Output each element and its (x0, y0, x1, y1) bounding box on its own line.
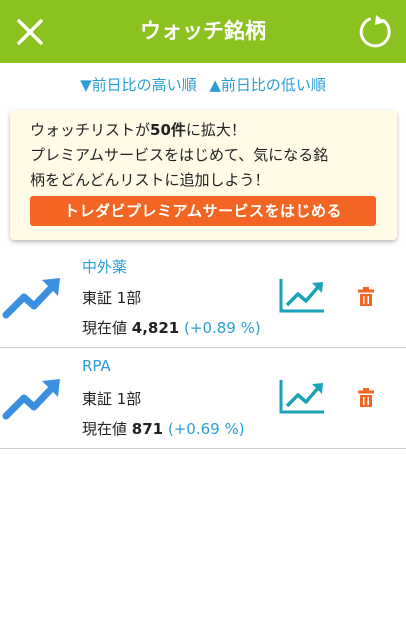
stock-price-line: 現在値 4,821 (+0.89 %) (82, 317, 261, 338)
refresh-button[interactable] (356, 13, 394, 51)
price-label: 現在値 (82, 420, 128, 438)
trash-icon (358, 287, 374, 306)
start-premium-button[interactable]: トレダビプレミアムサービスをはじめる (30, 196, 376, 226)
stock-price: 4,821 (131, 319, 180, 337)
promo-line-1: ウォッチリストが50件に拡大！ (30, 118, 383, 143)
promo-line-1-count: 50件 (150, 121, 186, 139)
header-bar: ウォッチ銘柄 (0, 0, 406, 63)
line-chart-icon (279, 279, 324, 313)
trash-icon (358, 388, 374, 407)
delete-button[interactable] (357, 287, 375, 307)
stock-market: 東証 1部 (82, 289, 142, 307)
premium-promo-box: ウォッチリストが50件に拡大！ プレミアムサービスをはじめて、気になる銘 柄をど… (10, 110, 397, 240)
watchlist: 中外薬 東証 1部 現在値 4,821 (+0.89 %) RPA 東証 1部 … (0, 247, 406, 449)
stock-market: 東証 1部 (82, 390, 142, 408)
stock-change: (+0.69 %) (167, 420, 245, 438)
chart-button[interactable] (278, 277, 326, 315)
sort-asc-link[interactable]: ▲前日比の低い順 (209, 76, 326, 94)
promo-line-2: プレミアムサービスをはじめて、気になる銘 (30, 146, 329, 164)
stock-price: 871 (131, 420, 164, 438)
stock-name[interactable]: 中外薬 (82, 256, 127, 277)
promo-line-1-pre: ウォッチリストが (30, 121, 151, 139)
stock-price-line: 現在値 871 (+0.69 %) (82, 418, 245, 439)
refresh-icon (359, 15, 391, 48)
page-title: ウォッチ銘柄 (140, 19, 266, 43)
chart-button[interactable] (278, 378, 326, 416)
sort-desc-link[interactable]: ▼前日比の高い順 (80, 76, 197, 94)
sort-bar: ▼前日比の高い順 ▲前日比の低い順 (0, 74, 406, 100)
trend-up-icon (2, 379, 60, 420)
price-label: 現在値 (82, 319, 128, 337)
delete-button[interactable] (357, 388, 375, 408)
line-chart-icon (279, 380, 324, 414)
stock-name[interactable]: RPA (82, 357, 111, 375)
list-item[interactable]: RPA 東証 1部 現在値 871 (+0.69 %) (0, 348, 406, 449)
list-item[interactable]: 中外薬 東証 1部 現在値 4,821 (+0.89 %) (0, 247, 406, 348)
stock-change: (+0.89 %) (184, 319, 261, 337)
promo-line-1-post: に拡大！ (185, 121, 246, 139)
trend-up-icon (2, 278, 60, 319)
promo-line-3: 柄をどんどんリストに追加しよう！ (30, 171, 270, 189)
